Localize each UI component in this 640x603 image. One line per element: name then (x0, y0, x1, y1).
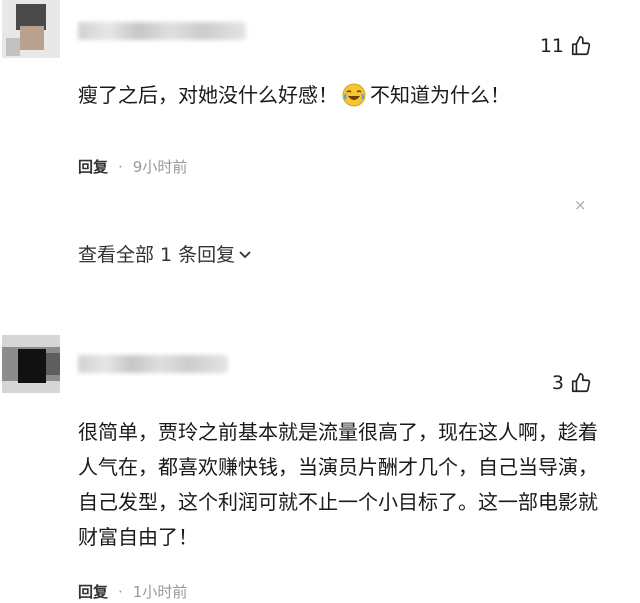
separator: · (118, 582, 123, 601)
timestamp: 9小时前 (132, 158, 188, 176)
chevron-down-icon (239, 250, 251, 258)
comment-meta: 回复 · 1小时前 (78, 581, 187, 602)
username-blurred[interactable] (78, 355, 228, 373)
avatar[interactable] (2, 0, 60, 58)
thumbs-up-icon (571, 373, 591, 393)
comment-1: 11 瘦了之后，对她没什么好感！ 不知道为什么！ 回复 · 9小时前 × 查看全… (0, 0, 640, 300)
timestamp: 1小时前 (132, 583, 188, 601)
comment-text: 很简单，贾玲之前基本就是流量很高了，现在这人啊，趁着人气在，都喜欢赚快钱，当演员… (78, 420, 598, 549)
username-blurred[interactable] (78, 22, 246, 40)
reply-button[interactable]: 回复 (78, 156, 108, 177)
separator: · (118, 157, 123, 176)
like-button[interactable]: 11 (540, 35, 592, 57)
view-all-replies-label: 查看全部 1 条回复 (78, 244, 236, 266)
thumbs-up-icon (571, 36, 591, 56)
comment-text-part-1: 瘦了之后，对她没什么好感！ (78, 83, 338, 107)
comment-text-part-2: 不知道为什么！ (370, 83, 510, 107)
like-count: 11 (539, 35, 564, 57)
reply-button[interactable]: 回复 (78, 581, 108, 602)
avatar[interactable] (2, 335, 60, 393)
close-icon[interactable]: × (574, 196, 587, 214)
comment-text: 瘦了之后，对她没什么好感！ 不知道为什么！ (78, 78, 600, 112)
comment-meta: 回复 · 9小时前 (78, 156, 187, 177)
comment-2: 3 很简单，贾玲之前基本就是流量很高了，现在这人啊，趁着人气在，都喜欢赚快钱，当… (0, 335, 640, 603)
like-count: 3 (551, 372, 564, 394)
like-button[interactable]: 3 (552, 372, 592, 394)
view-all-replies-button[interactable]: 查看全部 1 条回复 (78, 240, 253, 267)
crying-laughing-emoji (342, 83, 366, 107)
